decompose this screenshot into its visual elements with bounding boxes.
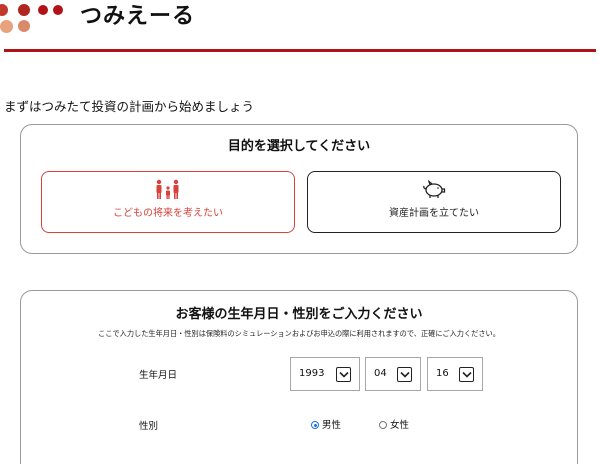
profile-card: お客様の生年月日・性別をご入力ください ここで入力した生年月日・性別は保険料のシ…	[20, 290, 578, 464]
gender-option-label: 男性	[322, 420, 342, 431]
radio-checked-icon	[311, 421, 319, 429]
radio-unchecked-icon	[379, 421, 387, 429]
purpose-option-label: 資産計画を立てたい	[389, 208, 479, 219]
purpose-option-label: こどもの将来を考えたい	[113, 208, 223, 219]
profile-note: ここで入力した生年月日・性別は保険料のシミュレーションおよびお申込の際に利用され…	[98, 329, 500, 338]
profile-title: お客様の生年月日・性別をご入力ください	[175, 307, 423, 322]
birth-day-select[interactable]: 16	[427, 357, 483, 391]
chevron-down-icon	[397, 367, 412, 382]
gender-radio-female[interactable]: 女性	[379, 417, 409, 431]
app-title: つみえーる	[80, 4, 196, 29]
purpose-option-asset-plan[interactable]: 資産計画を立てたい	[307, 171, 561, 233]
birthdate-label: 生年月日	[139, 370, 178, 381]
header-divider	[4, 49, 596, 52]
birth-year-value: 1993	[299, 368, 325, 379]
logo-icon	[0, 0, 70, 36]
birth-month-value: 04	[374, 368, 387, 379]
gender-radio-male[interactable]: 男性	[311, 417, 341, 431]
chevron-down-icon	[336, 367, 351, 382]
gender-label: 性別	[139, 421, 159, 432]
purpose-option-children[interactable]: こどもの将来を考えたい	[41, 171, 295, 233]
purpose-card: 目的を選択してください こどもの将来を考えたい 資産計画を立てたい	[20, 124, 578, 254]
birth-day-value: 16	[436, 368, 449, 379]
birth-year-select[interactable]: 1993	[290, 357, 360, 391]
intro-text: まずはつみたて投資の計画から始めましょう	[4, 99, 255, 114]
birth-month-select[interactable]: 04	[365, 357, 421, 391]
chevron-down-icon	[459, 367, 474, 382]
gender-option-label: 女性	[390, 420, 410, 431]
header: つみえーる	[0, 0, 600, 52]
piggy-bank-icon	[421, 179, 447, 205]
purpose-title: 目的を選択してください	[227, 139, 371, 154]
family-icon	[155, 179, 181, 205]
